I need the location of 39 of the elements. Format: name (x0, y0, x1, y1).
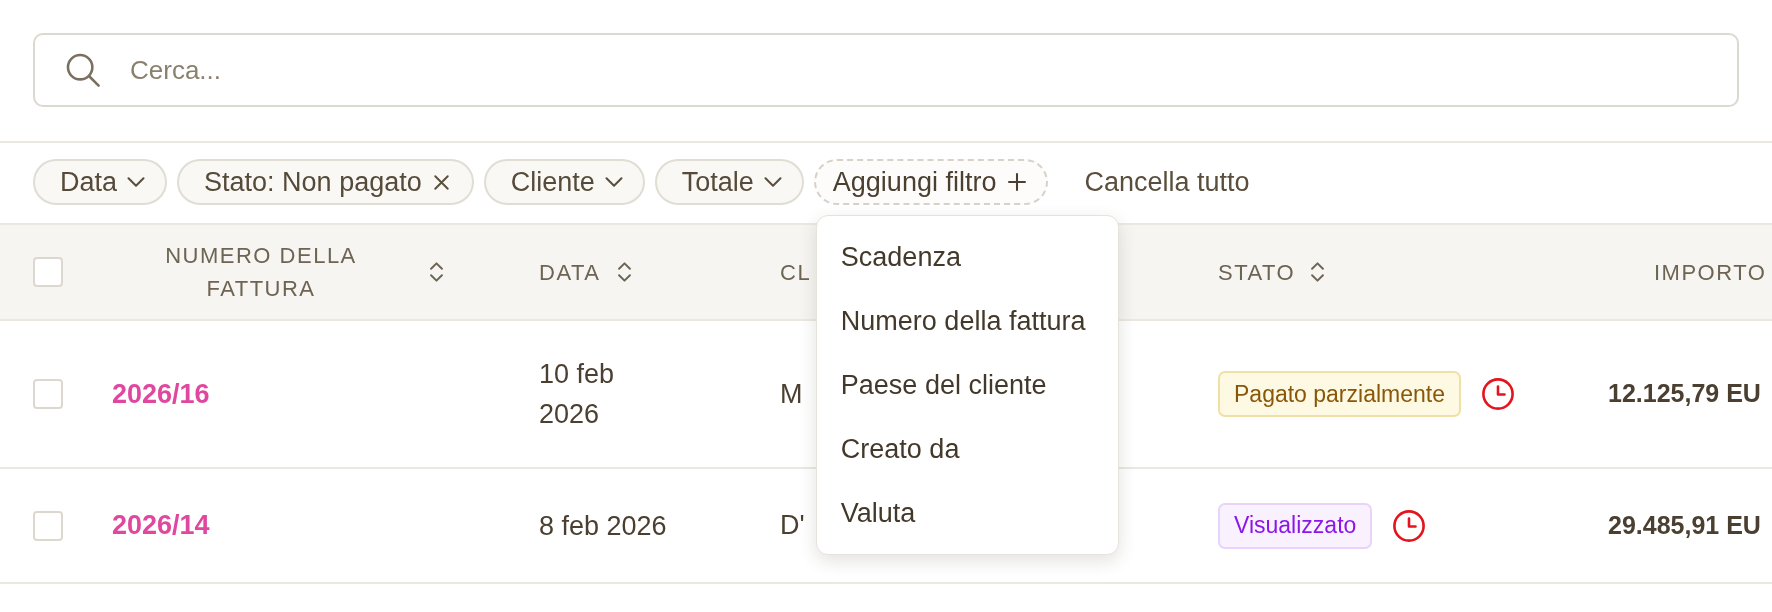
sort-icon (618, 262, 632, 282)
search-icon (66, 53, 100, 87)
checkbox[interactable] (33, 510, 63, 541)
checkbox[interactable] (33, 379, 63, 409)
invoice-link[interactable]: 2026/16 (112, 378, 210, 409)
column-header[interactable]: STATO (1218, 255, 1325, 289)
add-filter-button[interactable]: Aggiungi filtro (813, 159, 1049, 205)
checkbox[interactable] (33, 257, 63, 287)
close-icon (433, 174, 449, 190)
amount-text: 29.485,91 EU (1608, 510, 1761, 539)
status-badge: Pagato parzialmente (1218, 371, 1461, 417)
clear-all-button[interactable]: Cancella tutto (1084, 161, 1250, 203)
filter-chip[interactable]: Cliente (483, 159, 645, 205)
date-text: 8 feb 2026 (539, 509, 668, 543)
sort-icon (1311, 262, 1325, 282)
column-header[interactable]: IMPORTO (1654, 255, 1767, 289)
client-text: D' (780, 510, 805, 541)
column-header[interactable]: NUMERO DELLA FATTURA (161, 239, 443, 305)
column-header[interactable]: CL (780, 255, 812, 289)
client-text: M (780, 378, 803, 409)
filter-chip[interactable]: Data (33, 159, 168, 205)
chevron-down-icon (127, 177, 146, 187)
menu-item[interactable]: Valuta (816, 481, 1118, 545)
menu-item[interactable]: Numero della fattura (816, 289, 1118, 353)
chevron-down-icon (763, 177, 782, 187)
filter-chip[interactable]: Stato: Non pagato (177, 159, 474, 205)
menu-item[interactable]: Paese del cliente (816, 353, 1118, 417)
invoice-link[interactable]: 2026/14 (112, 510, 210, 541)
sort-icon (430, 262, 443, 282)
chevron-down-icon (604, 177, 623, 187)
filter-chip[interactable]: Totale (654, 159, 804, 205)
amount-text: 12.125,79 EU (1608, 379, 1761, 408)
status-badge: Visualizzato (1218, 502, 1373, 549)
menu-item[interactable]: Scadenza (816, 225, 1118, 289)
date-text: 10 feb 2026 (539, 358, 616, 431)
plus-icon (1008, 173, 1027, 191)
menu-item[interactable]: Creato da (816, 417, 1118, 481)
column-header[interactable]: DATA (539, 255, 632, 289)
search-field[interactable]: Cerca... (33, 33, 1739, 107)
